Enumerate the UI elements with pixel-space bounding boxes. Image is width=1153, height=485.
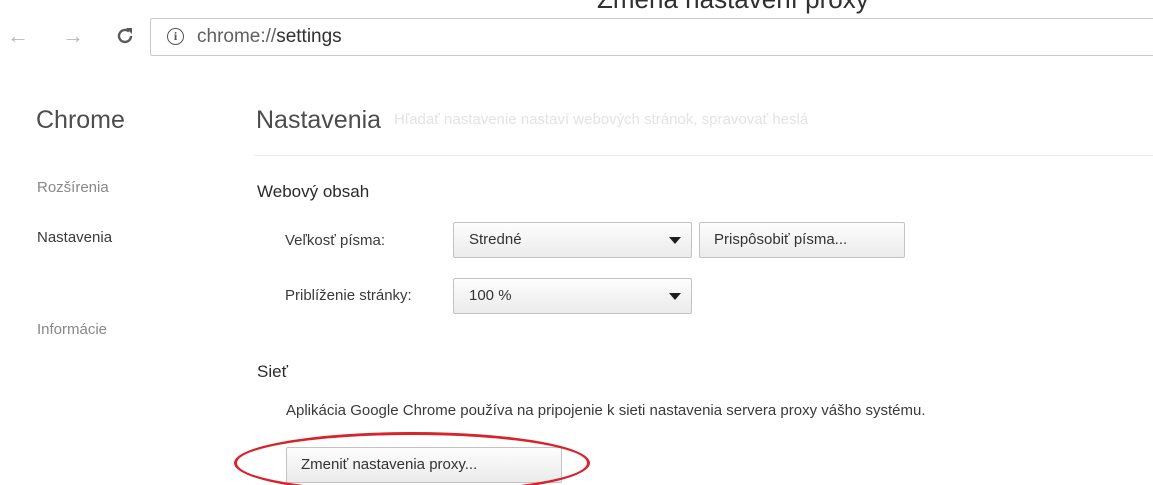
section-title-web-content: Webový obsah <box>257 182 370 201</box>
sidebar-item-settings[interactable]: Nastavenia <box>37 229 112 246</box>
info-icon[interactable]: i <box>167 28 184 45</box>
arrow-left-icon: ← <box>7 23 29 48</box>
sidebar-item-extensions[interactable]: Rozšírenia <box>37 179 109 196</box>
sidebar-title: Chrome <box>36 106 125 134</box>
font-size-label: Veľkosť písma: <box>285 232 386 249</box>
chevron-down-icon <box>669 293 681 300</box>
page-zoom-value: 100 % <box>469 287 512 304</box>
header-divider <box>254 155 1153 156</box>
section-title-network: Sieť <box>257 362 288 381</box>
page: ← → i chrome://settings Zmena nastavení … <box>0 0 1153 485</box>
customize-fonts-button[interactable]: Prispôsobiť písma... <box>699 222 905 258</box>
chevron-down-icon <box>669 237 681 244</box>
url-text: chrome://settings <box>197 26 342 48</box>
forward-button[interactable]: → <box>61 24 85 48</box>
sidebar-item-about[interactable]: Informácie <box>37 321 107 338</box>
url-host: settings <box>276 26 342 47</box>
search-ghost-text: Hľadať nastavenie nastaví webových strán… <box>394 111 809 128</box>
page-zoom-select[interactable]: 100 % <box>453 278 692 314</box>
address-bar[interactable]: i chrome://settings <box>150 18 1153 56</box>
page-zoom-label: Priblíženie stránky: <box>285 287 412 304</box>
font-size-select[interactable]: Stredné <box>453 222 692 258</box>
browser-toolbar: ← → i chrome://settings Zmena nastavení … <box>0 0 1153 72</box>
overlay-title: Zmena nastavení proxy <box>597 0 869 15</box>
font-size-value: Stredné <box>469 231 522 248</box>
arrow-right-icon: → <box>62 23 84 48</box>
network-description: Aplikácia Google Chrome používa na pripo… <box>286 402 926 419</box>
reload-icon <box>117 28 133 44</box>
reload-button[interactable] <box>113 24 137 48</box>
url-scheme: chrome:// <box>197 26 277 47</box>
change-proxy-settings-button[interactable]: Zmeniť nastavenia proxy... <box>286 447 562 483</box>
back-button[interactable]: ← <box>6 24 30 48</box>
page-title: Nastavenia <box>256 106 382 134</box>
